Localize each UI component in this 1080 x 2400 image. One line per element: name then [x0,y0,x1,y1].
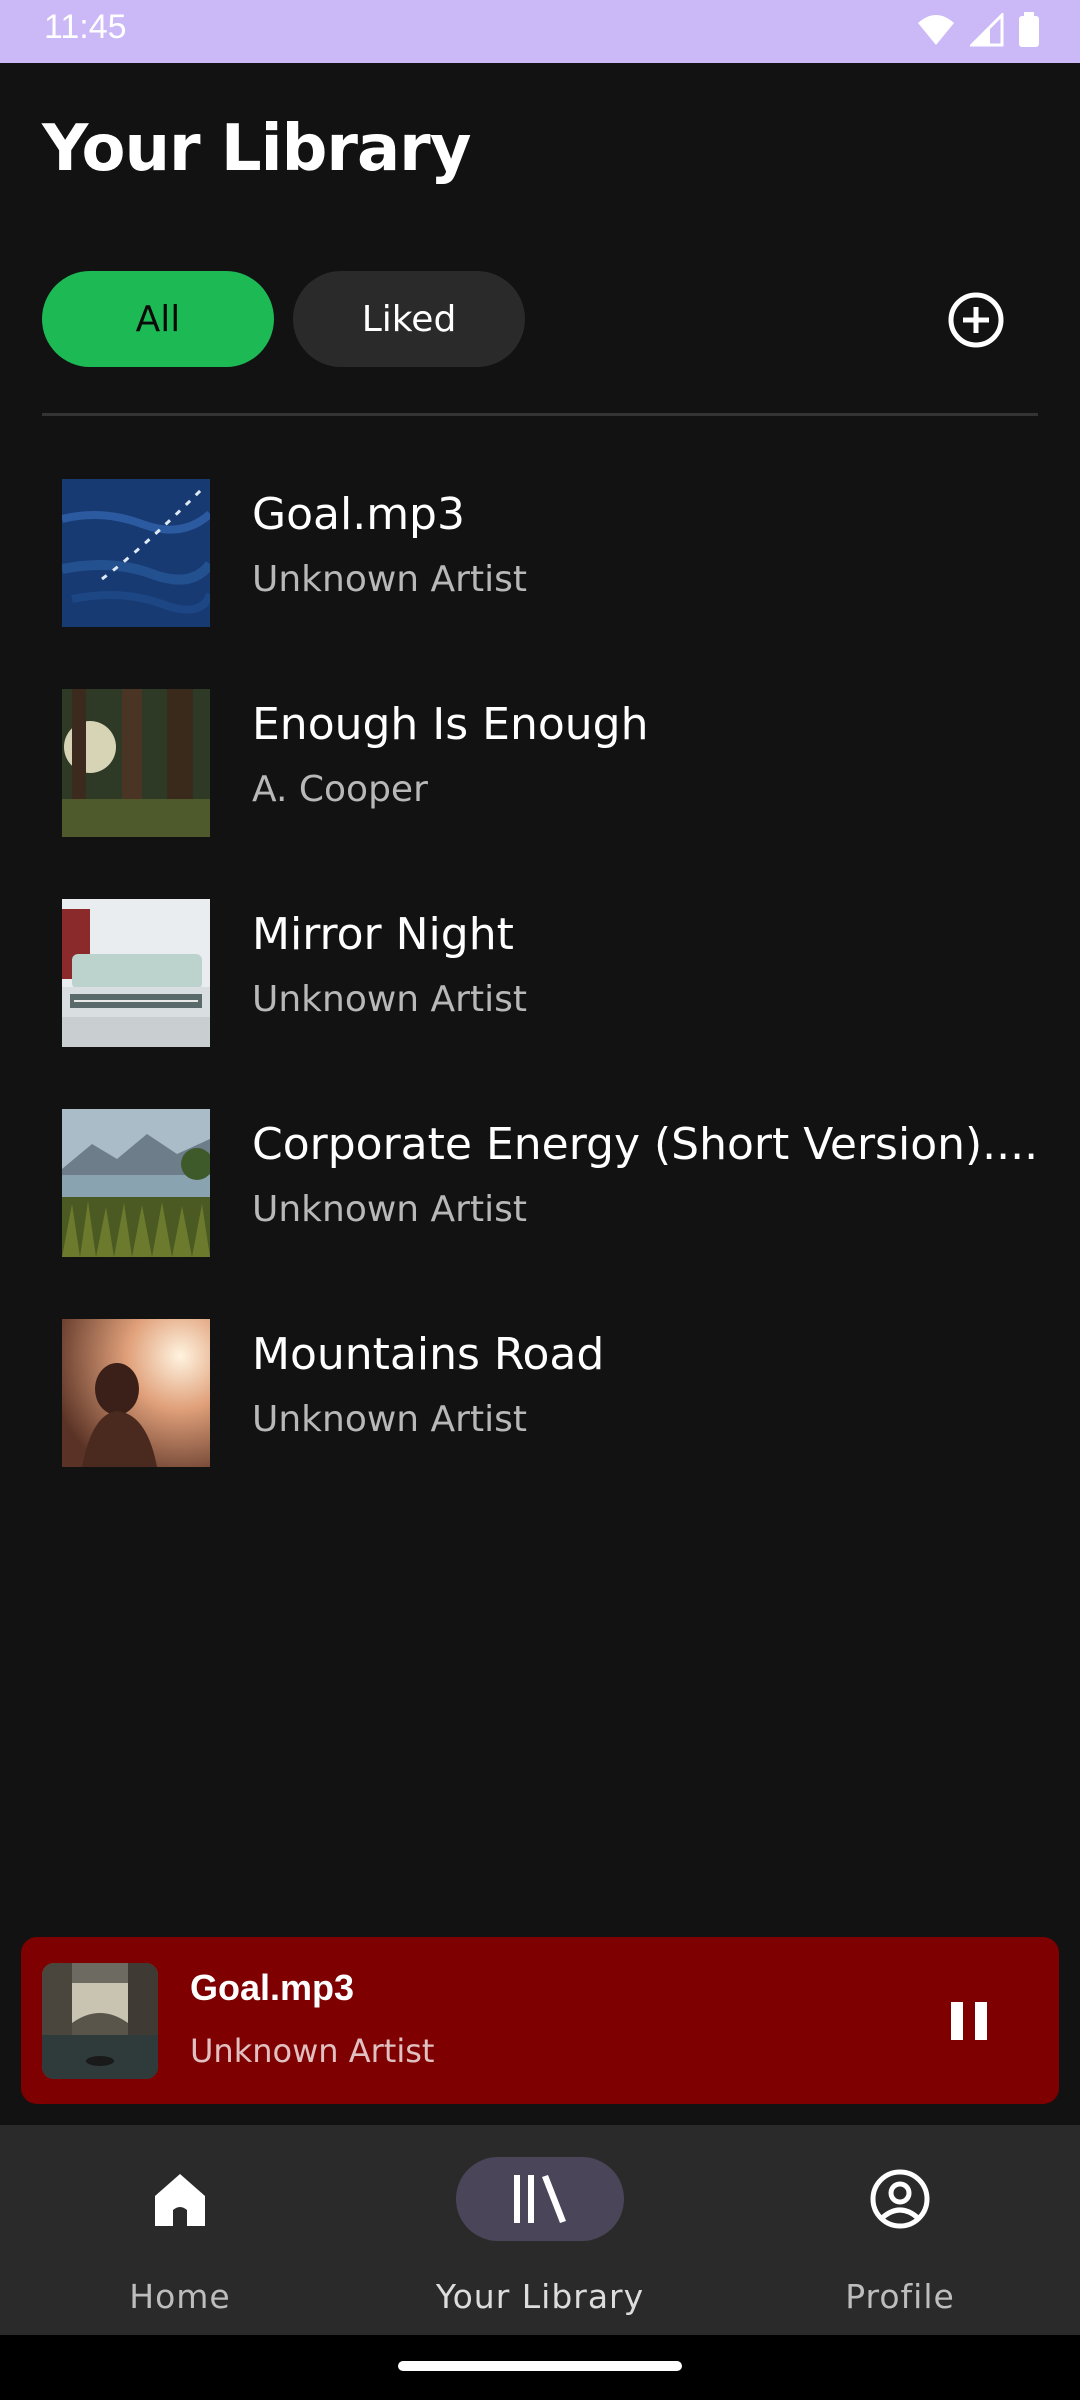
mini-player-artist: Unknown Artist [190,2032,435,2070]
track-artist: Unknown Artist [252,559,527,600]
track-artwork [62,1109,210,1257]
track-item[interactable]: Mountains Road Unknown Artist [62,1319,1052,1467]
nav-item-profile[interactable]: Profile [750,2125,1050,2335]
track-artist: Unknown Artist [252,1399,527,1440]
home-gesture-handle[interactable] [398,2361,682,2371]
status-icons [916,12,1040,48]
bottom-nav: Home Your Library Profile [0,2125,1080,2335]
filter-chip-all-label: All [135,298,181,340]
battery-icon [1019,12,1039,47]
filter-chip-all[interactable]: All [42,271,274,367]
nav-icon-container [816,2157,984,2241]
wifi-icon [918,15,954,45]
nav-label-home: Home [129,2277,231,2316]
status-bar: 11:45 [0,0,1080,63]
status-time: 11:45 [44,8,127,46]
profile-icon [870,2169,930,2229]
track-artwork [62,479,210,627]
mini-player-title: Goal.mp3 [190,1967,355,2008]
nav-item-library[interactable]: Your Library [390,2125,690,2335]
track-artist: Unknown Artist [252,1189,527,1230]
pause-icon[interactable] [949,2000,989,2042]
mini-player[interactable]: Goal.mp3 Unknown Artist [21,1937,1059,2104]
add-circle-icon[interactable] [947,291,1005,349]
home-icon [155,2174,205,2226]
track-artist: Unknown Artist [252,979,527,1020]
track-item[interactable]: Corporate Energy (Short Version).... Unk… [62,1109,1052,1257]
track-title: Mountains Road [252,1329,605,1380]
library-icon [514,2175,566,2223]
system-nav-bar [0,2335,1080,2400]
mini-player-artwork [42,1963,158,2079]
track-item[interactable]: Mirror Night Unknown Artist [62,899,1052,1047]
filter-chip-liked-label: Liked [361,298,457,340]
nav-icon-container [96,2157,264,2241]
filter-chip-liked[interactable]: Liked [293,271,525,367]
page-title: Your Library [42,112,471,186]
nav-label-profile: Profile [845,2277,955,2316]
nav-label-library: Your Library [435,2277,645,2316]
track-item[interactable]: Enough Is Enough A. Cooper [62,689,1052,837]
track-artwork [62,689,210,837]
track-title: Mirror Night [252,909,514,960]
nav-icon-container [456,2157,624,2241]
track-item[interactable]: Goal.mp3 Unknown Artist [62,479,1052,627]
track-artwork [62,1319,210,1467]
nav-item-home[interactable]: Home [30,2125,330,2335]
track-artist: A. Cooper [252,769,428,810]
divider [42,413,1038,416]
track-title: Goal.mp3 [252,489,465,540]
track-title: Corporate Energy (Short Version).... [252,1119,1039,1170]
signal-icon [970,13,1004,47]
track-artwork [62,899,210,1047]
track-title: Enough Is Enough [252,699,649,750]
